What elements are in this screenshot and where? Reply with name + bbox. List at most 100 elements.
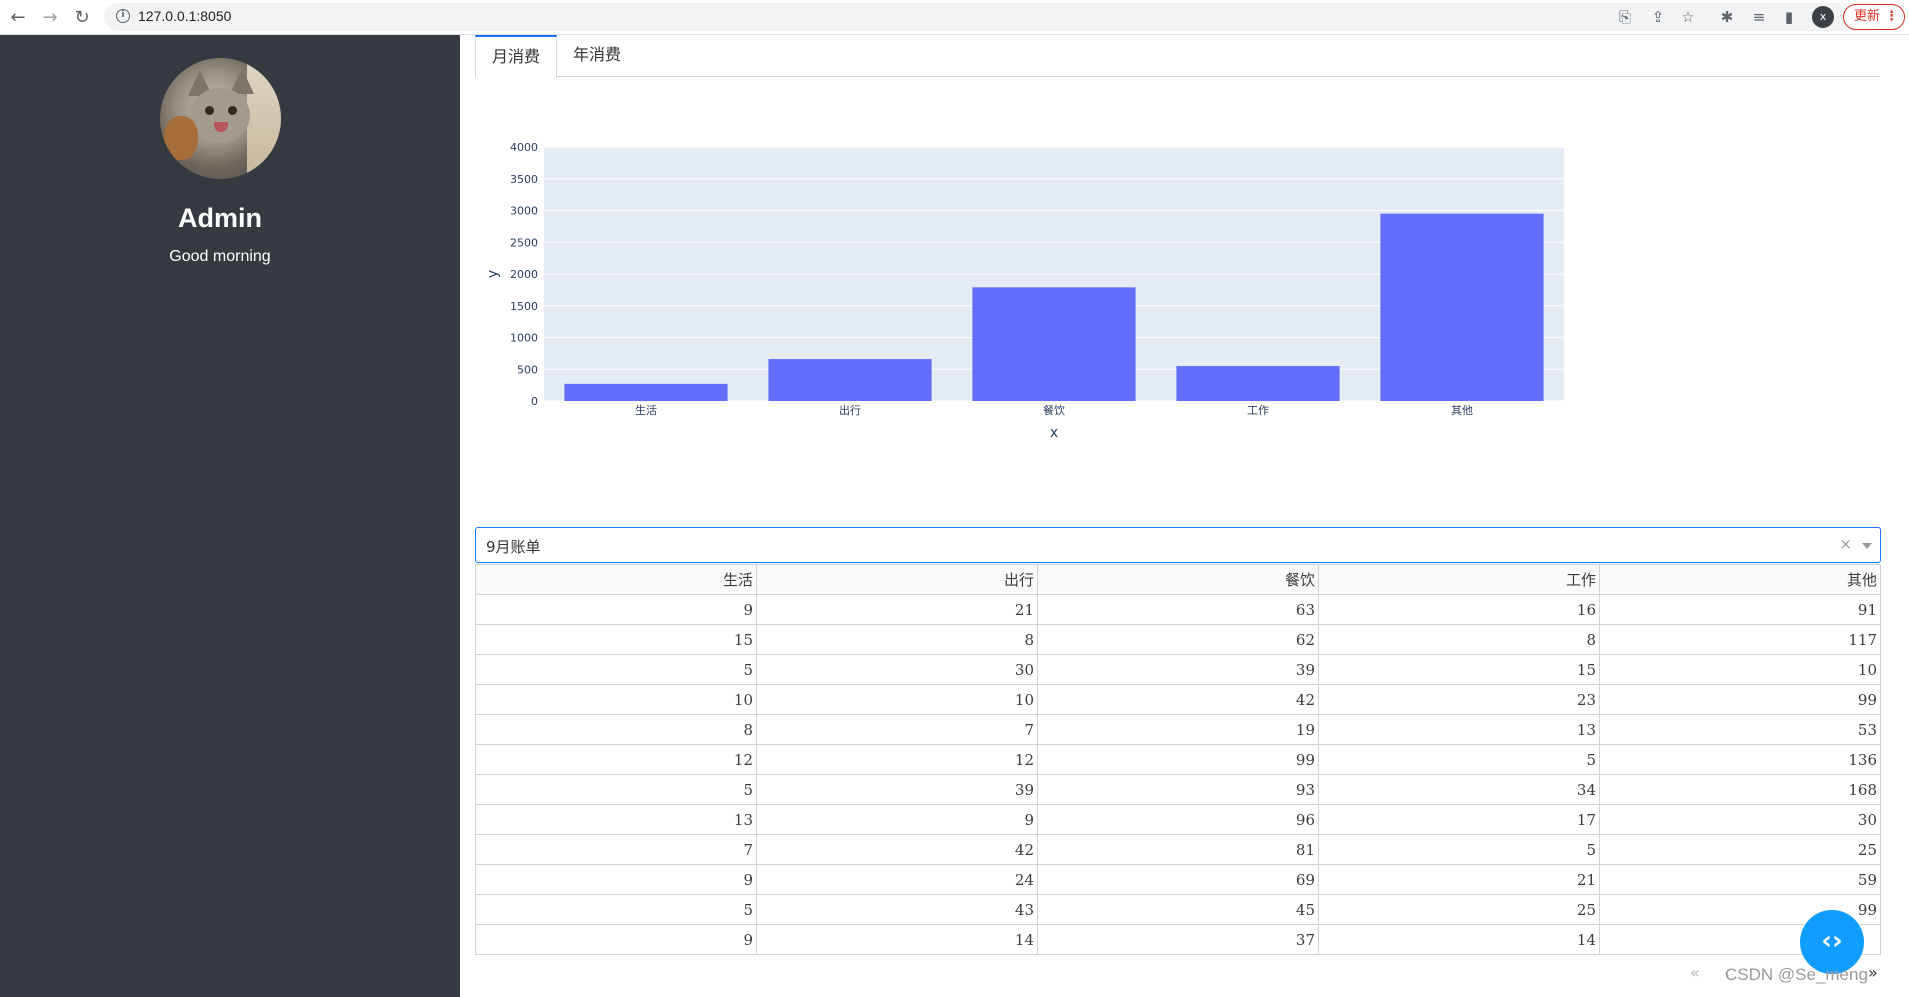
table-cell[interactable]: 9	[475, 594, 757, 625]
bar	[1176, 366, 1340, 401]
column-header[interactable]: 工作	[1318, 564, 1600, 595]
chevron-down-icon[interactable]	[1862, 543, 1872, 549]
table-cell[interactable]: 42	[1037, 684, 1319, 715]
table-cell[interactable]: 30	[756, 654, 1038, 685]
bookmark-star-icon[interactable]: ☆	[1677, 6, 1699, 28]
table-cell[interactable]: 39	[1037, 654, 1319, 685]
table-cell[interactable]: 62	[1037, 624, 1319, 655]
update-label: 更新	[1854, 9, 1881, 24]
tab-bar: 月消费 年消费	[475, 35, 1880, 78]
table-cell[interactable]: 59	[1599, 864, 1881, 895]
table-cell[interactable]: 10	[756, 684, 1038, 715]
table-cell[interactable]: 9	[756, 804, 1038, 835]
table-cell[interactable]: 15	[475, 624, 757, 655]
table-cell[interactable]: 10	[475, 684, 757, 715]
table-cell[interactable]: 5	[475, 894, 757, 925]
table-cell[interactable]: 8	[475, 714, 757, 745]
table-cell[interactable]: 21	[1318, 864, 1600, 895]
bar	[768, 359, 932, 401]
site-info-icon[interactable]: i	[116, 9, 130, 23]
table-cell[interactable]: 8	[756, 624, 1038, 655]
forward-icon[interactable]: →	[38, 6, 62, 30]
table-cell[interactable]: 14	[756, 924, 1038, 955]
next-page-button[interactable]: »	[1868, 963, 1878, 982]
table-cell[interactable]: 99	[1599, 684, 1881, 715]
menu-dots-icon: ⋮	[1885, 9, 1898, 24]
table-cell[interactable]: 7	[756, 714, 1038, 745]
table-cell[interactable]: 96	[1037, 804, 1319, 835]
table-cell[interactable]: 23	[1318, 684, 1600, 715]
table-cell[interactable]: 12	[756, 744, 1038, 775]
y-tick-label: 4000	[510, 141, 538, 154]
table-cell[interactable]: 93	[1037, 774, 1319, 805]
table-cell[interactable]: 63	[1037, 594, 1319, 625]
table-row: 5 39 93 34 168	[475, 774, 1881, 805]
reading-list-icon[interactable]: ≡	[1748, 6, 1770, 28]
clear-icon[interactable]: ×	[1839, 535, 1852, 553]
table-cell[interactable]: 69	[1037, 864, 1319, 895]
x-tick-label: 其他	[1451, 404, 1473, 417]
table-cell[interactable]: 81	[1037, 834, 1319, 865]
table-cell[interactable]: 168	[1599, 774, 1881, 805]
table-cell[interactable]: 10	[1599, 654, 1881, 685]
table-row: 9 24 69 21 59	[475, 864, 1881, 895]
table-cell[interactable]: 5	[1318, 834, 1600, 865]
first-page-button[interactable]: «	[1690, 963, 1700, 982]
table-cell[interactable]: 42	[756, 834, 1038, 865]
table-row: 10 10 42 23 99	[475, 684, 1881, 715]
table-cell[interactable]: 19	[1037, 714, 1319, 745]
column-header[interactable]: 其他	[1599, 564, 1881, 595]
extensions-icon[interactable]: ✱	[1716, 6, 1738, 28]
bill-month-dropdown[interactable]: 9月账单 ×	[475, 527, 1881, 563]
table-cell[interactable]: 15	[1318, 654, 1600, 685]
table-cell[interactable]: 7	[475, 834, 757, 865]
table-cell[interactable]: 91	[1599, 594, 1881, 625]
column-header[interactable]: 生活	[475, 564, 757, 595]
table-cell[interactable]: 5	[475, 654, 757, 685]
table-cell[interactable]: 9	[475, 924, 757, 955]
table-cell[interactable]: 117	[1599, 624, 1881, 655]
table-cell[interactable]: 136	[1599, 744, 1881, 775]
table-cell[interactable]: 17	[1318, 804, 1600, 835]
table-cell[interactable]: 43	[756, 894, 1038, 925]
table-cell[interactable]: 9	[475, 864, 757, 895]
bar	[972, 287, 1136, 401]
table-cell[interactable]: 8	[1318, 624, 1600, 655]
y-tick-label: 500	[517, 363, 538, 376]
profile-avatar[interactable]: x	[1812, 6, 1834, 28]
table-cell[interactable]: 5	[475, 774, 757, 805]
table-cell[interactable]: 21	[756, 594, 1038, 625]
table-cell[interactable]: 13	[475, 804, 757, 835]
table-cell[interactable]: 5	[1318, 744, 1600, 775]
table-row: 12 12 99 5 136	[475, 744, 1881, 775]
table-cell[interactable]: 53	[1599, 714, 1881, 745]
table-cell[interactable]: 37	[1037, 924, 1319, 955]
translate-icon[interactable]: ⎘	[1614, 6, 1636, 28]
table-cell[interactable]: 39	[756, 774, 1038, 805]
table-cell[interactable]: 30	[1599, 804, 1881, 835]
update-button[interactable]: 更新 ⋮	[1843, 4, 1905, 30]
back-icon[interactable]: ←	[6, 6, 30, 30]
tab-yearly[interactable]: 年消费	[557, 35, 637, 77]
table-cell[interactable]: 99	[1037, 744, 1319, 775]
y-tick-label: 1500	[510, 300, 538, 313]
table-row: 8 7 19 13 53	[475, 714, 1881, 745]
table-cell[interactable]: 25	[1599, 834, 1881, 865]
tab-monthly[interactable]: 月消费	[475, 35, 558, 78]
table-cell[interactable]: 13	[1318, 714, 1600, 745]
table-cell[interactable]: 14	[1318, 924, 1600, 955]
y-tick-label: 3500	[510, 173, 538, 186]
table-cell[interactable]: 25	[1318, 894, 1600, 925]
bar	[564, 383, 728, 401]
column-header[interactable]: 餐饮	[1037, 564, 1319, 595]
reload-icon[interactable]: ↻	[70, 6, 94, 30]
table-cell[interactable]: 24	[756, 864, 1038, 895]
table-cell[interactable]: 16	[1318, 594, 1600, 625]
column-header[interactable]: 出行	[756, 564, 1038, 595]
table-cell[interactable]: 45	[1037, 894, 1319, 925]
side-panel-icon[interactable]: ▮	[1778, 6, 1800, 28]
share-icon[interactable]: ⇪	[1647, 6, 1669, 28]
address-url[interactable]: 127.0.0.1:8050	[138, 8, 231, 24]
table-cell[interactable]: 34	[1318, 774, 1600, 805]
table-cell[interactable]: 12	[475, 744, 757, 775]
